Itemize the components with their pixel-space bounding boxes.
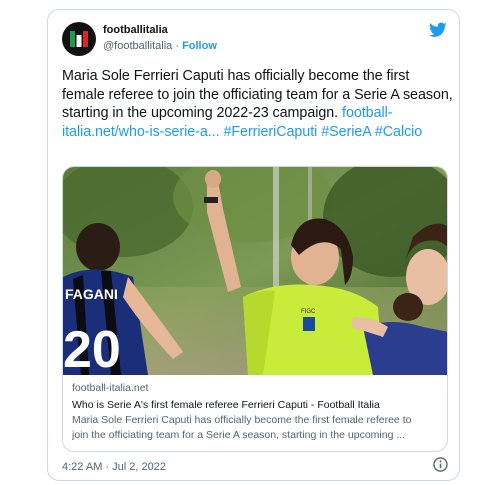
tweet-footer: 4:22 AM · Jul 2, 2022 — [62, 457, 448, 473]
hashtag-ferrieri-caputi[interactable]: #FerrieriCaputi — [223, 124, 317, 140]
card-description-line-1: Maria Sole Ferrieri Caputi has officiall… — [72, 414, 412, 426]
card-description-line-2: join the officiating team for a Serie A … — [72, 429, 406, 441]
shirt-number: 20 — [63, 321, 121, 375]
twitter-bird-icon[interactable] — [429, 22, 447, 38]
avatar-logo-icon — [70, 31, 88, 47]
tweet-card[interactable]: footballitalia @footballitalia · Follow … — [47, 9, 460, 481]
shirt-name: FAGANI — [65, 286, 118, 302]
info-icon[interactable] — [433, 457, 448, 472]
timestamp[interactable]: 4:22 AM · Jul 2, 2022 — [62, 461, 166, 473]
display-name[interactable]: footballitalia — [103, 23, 217, 38]
avatar[interactable] — [62, 22, 96, 56]
card-domain: football-italia.net — [72, 382, 149, 394]
hashtag-serie-a[interactable]: #SerieA — [321, 124, 371, 140]
tweet-body: Maria Sole Ferrieri Caputi has officiall… — [62, 68, 453, 122]
hashtag-calcio[interactable]: #Calcio — [375, 124, 422, 140]
handle[interactable]: @footballitalia — [103, 40, 172, 52]
follow-button[interactable]: Follow — [182, 40, 217, 52]
card-title[interactable]: Who is Serie A's first female referee Fe… — [72, 398, 442, 413]
tweet-header: footballitalia @footballitalia · Follow — [62, 22, 447, 58]
link-card-meta: football-italia.net Who is Serie A's fir… — [72, 381, 442, 443]
link-preview-card[interactable]: FAGANI 20 FIGC football-italia.net Who i… — [62, 166, 448, 452]
referee-photo[interactable]: FAGANI 20 FIGC — [63, 167, 448, 375]
badge-text: FIGC — [301, 309, 316, 315]
tweet-text: Maria Sole Ferrieri Caputi has officiall… — [62, 67, 454, 141]
separator-dot: · — [175, 40, 179, 52]
